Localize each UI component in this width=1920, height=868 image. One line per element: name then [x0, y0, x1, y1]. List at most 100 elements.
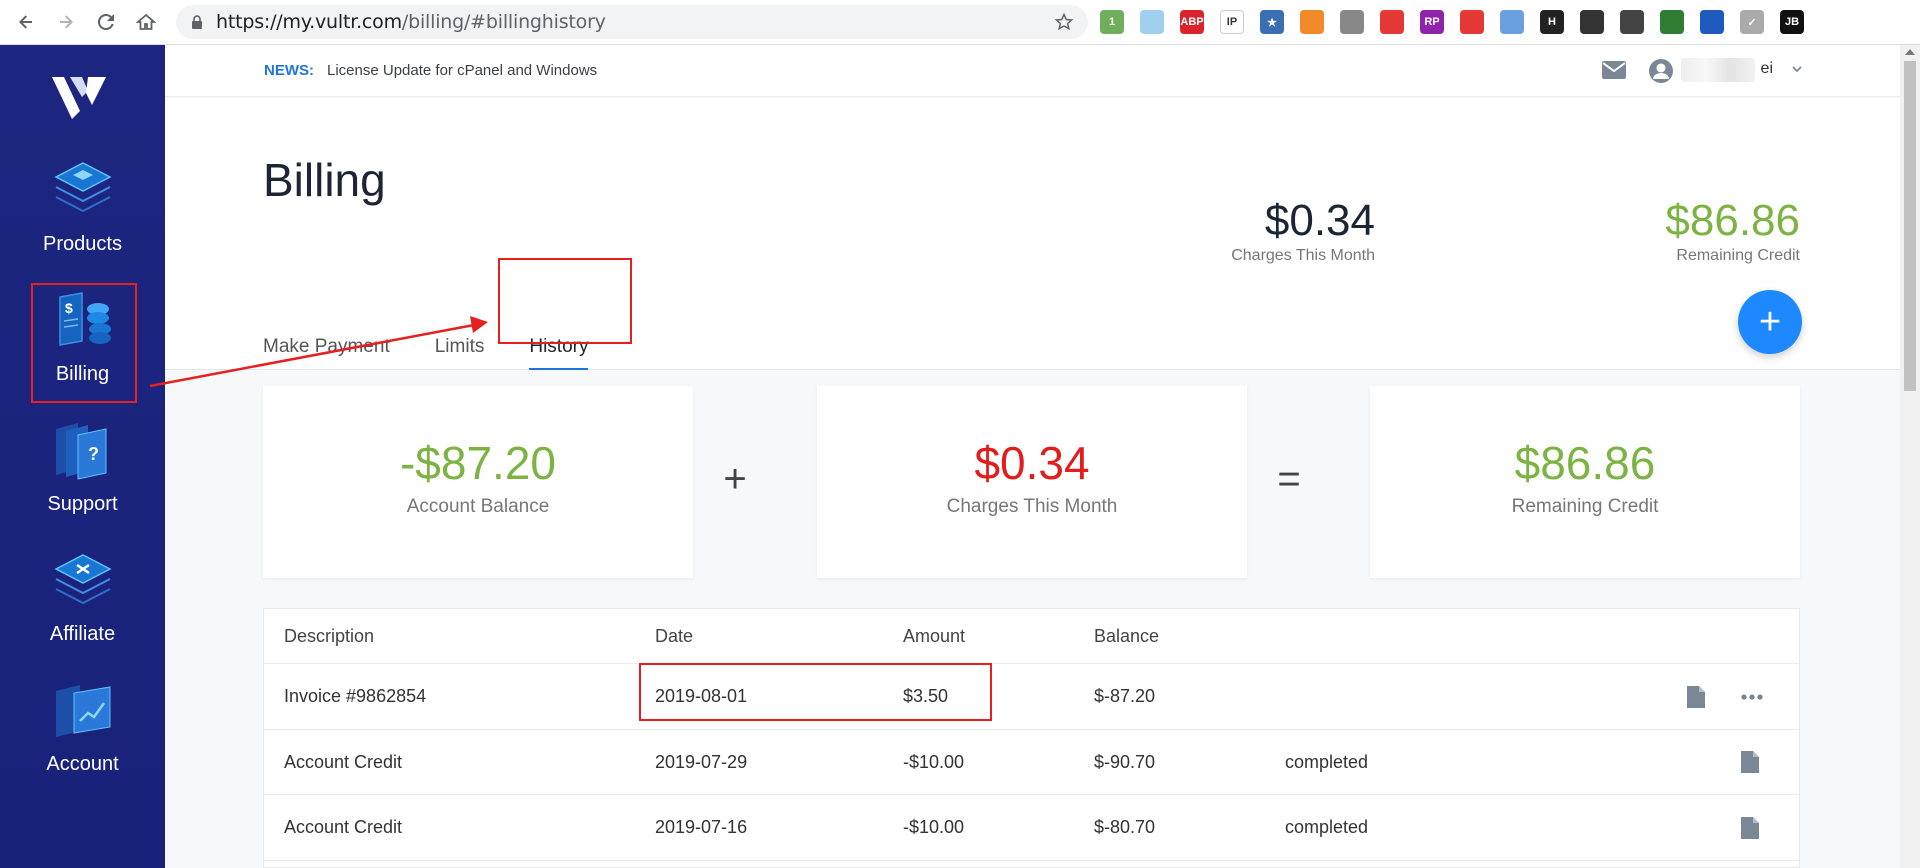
remaining-credit-label: Remaining Credit [1511, 496, 1659, 517]
sidebar-item-label: Affiliate [49, 623, 116, 645]
news-link[interactable]: License Update for cPanel and Windows [327, 62, 597, 79]
account-balance-label: Account Balance [406, 496, 550, 517]
sidebar: Products $ Billing ? Support Affiliate A… [0, 45, 165, 868]
extensions-bar: 1 ABP IP ★ RP H ✓ JB [1100, 8, 1820, 36]
receipt-document-button[interactable] [1740, 795, 1760, 860]
weibo-extension-icon[interactable] [1460, 10, 1484, 34]
chevron-down-icon[interactable] [1791, 63, 1803, 75]
annotation-box-history [498, 258, 632, 344]
receipt-document-button[interactable] [1740, 730, 1760, 794]
page-title: Billing [263, 154, 386, 206]
notification-extension-icon[interactable]: 1 [1100, 10, 1124, 34]
news-tag: NEWS: [264, 62, 314, 79]
bookmark-star-extension-icon[interactable]: ★ [1260, 10, 1284, 34]
compass-extension-icon[interactable] [1500, 10, 1524, 34]
sidebar-item-affiliate[interactable]: Affiliate [0, 545, 165, 665]
column-header-description: Description [284, 625, 375, 646]
metamask-extension-icon[interactable] [1300, 10, 1324, 34]
tab-make-payment[interactable]: Make Payment [263, 328, 390, 380]
parachute-extension-icon[interactable] [1340, 10, 1364, 34]
main-content: NEWS: License Update for cPanel and Wind… [165, 45, 1900, 868]
tab-limits[interactable]: Limits [435, 328, 485, 380]
row-balance: $-90.70 [1094, 751, 1156, 772]
sidebar-item-label: Support [47, 493, 118, 515]
sidebar-item-products[interactable]: Products [0, 155, 165, 275]
more-dots-icon [1741, 693, 1763, 700]
scroll-thumb[interactable] [1904, 61, 1916, 391]
plus-operator: + [723, 457, 747, 501]
mail-icon[interactable] [1601, 60, 1627, 80]
row-description: Account Credit [284, 751, 403, 772]
check-extension-icon[interactable]: ✓ [1740, 10, 1764, 34]
column-header-balance: Balance [1094, 625, 1160, 646]
jb-extension-icon[interactable]: JB [1780, 10, 1804, 34]
top-bar: NEWS: License Update for cPanel and Wind… [165, 45, 1900, 97]
header-charges-stat: $0.34 Charges This Month [1175, 198, 1375, 265]
column-header-date: Date [655, 625, 694, 646]
table-row[interactable]: Account Credit 2019-07-16 -$10.00 $-80.7… [264, 795, 1799, 861]
support-question-icon: ? [55, 423, 106, 480]
cat-extension-icon[interactable] [1620, 10, 1644, 34]
sidebar-item-support[interactable]: ? Support [0, 415, 165, 535]
row-balance: $-87.20 [1094, 686, 1156, 706]
row-description: Account Credit [284, 817, 403, 837]
back-button[interactable] [6, 2, 46, 42]
page-scrollbar[interactable] [1900, 45, 1920, 868]
home-button[interactable] [126, 2, 166, 42]
annotation-box-billing [31, 283, 137, 403]
code-extension-icon[interactable]: H [1540, 10, 1564, 34]
row-date: 2019-07-29 [655, 751, 748, 772]
charges-label: Charges This Month [946, 496, 1118, 517]
user-avatar-icon[interactable] [1648, 58, 1674, 84]
scroll-up-arrow-icon[interactable] [1905, 49, 1915, 55]
forward-button[interactable] [46, 2, 86, 42]
add-fab-button[interactable]: + [1738, 290, 1802, 354]
row-amount: -$10.00 [903, 751, 965, 772]
refresh-extension-icon[interactable] [1380, 10, 1404, 34]
browser-toolbar: https://my.vultr.com/billing/#billinghis… [0, 0, 1920, 45]
header-remaining-value: $86.86 [1665, 196, 1800, 245]
table-row[interactable]: Account Credit 2019-07-29 -$10.00 $-90.7… [264, 730, 1799, 795]
rp-extension-icon[interactable]: RP [1420, 10, 1444, 34]
row-more-button[interactable] [1740, 664, 1764, 729]
cloud-extension-icon[interactable] [1140, 10, 1164, 34]
document-icon [1741, 816, 1759, 839]
remaining-credit-value: $86.86 [1514, 437, 1656, 489]
table-row[interactable]: Invoice #9862854 2019-08-01 $3.50 $-87.2… [264, 664, 1799, 730]
leaf-extension-icon[interactable] [1660, 10, 1684, 34]
charges-card: $0.34 Charges This Month [817, 386, 1247, 578]
reload-icon [97, 13, 114, 30]
back-arrow-icon [19, 15, 32, 29]
account-balance-value: -$87.20 [399, 437, 556, 489]
row-status: completed [1285, 817, 1369, 837]
sidebar-item-account[interactable]: Account [0, 675, 165, 795]
header-remaining-stat: $86.86 Remaining Credit [1605, 198, 1800, 265]
vultr-logo[interactable] [48, 67, 110, 121]
header-charges-label: Charges This Month [1231, 247, 1375, 264]
document-icon [1741, 751, 1759, 773]
ip-extension-icon[interactable]: IP [1220, 10, 1244, 34]
home-icon [136, 13, 156, 30]
sidebar-item-label: Products [43, 233, 122, 255]
lock-icon [192, 15, 202, 29]
account-chart-icon [55, 685, 110, 737]
bookmark-star-icon[interactable] [1054, 12, 1074, 32]
address-bar[interactable]: https://my.vultr.com/billing/#billinghis… [176, 5, 1088, 39]
row-balance: $-80.70 [1094, 817, 1156, 837]
svg-text:?: ? [88, 444, 99, 464]
charges-value: $0.34 [974, 437, 1090, 489]
affiliate-stack-icon [53, 554, 112, 605]
row-date: 2019-07-16 [655, 817, 748, 837]
row-amount: -$10.00 [903, 817, 965, 837]
equals-operator: = [1277, 457, 1301, 501]
account-balance-card: -$87.20 Account Balance [263, 386, 693, 578]
globe-extension-icon[interactable] [1700, 10, 1724, 34]
sidebar-item-label: Account [46, 753, 119, 775]
document-icon [1687, 685, 1705, 708]
reload-button[interactable] [86, 2, 126, 42]
user-name-redacted [1681, 58, 1755, 82]
aperture-extension-icon[interactable] [1580, 10, 1604, 34]
invoice-document-button[interactable] [1686, 664, 1706, 729]
row-description[interactable]: Invoice #9862854 [284, 664, 426, 729]
adblock-extension-icon[interactable]: ABP [1180, 10, 1204, 34]
